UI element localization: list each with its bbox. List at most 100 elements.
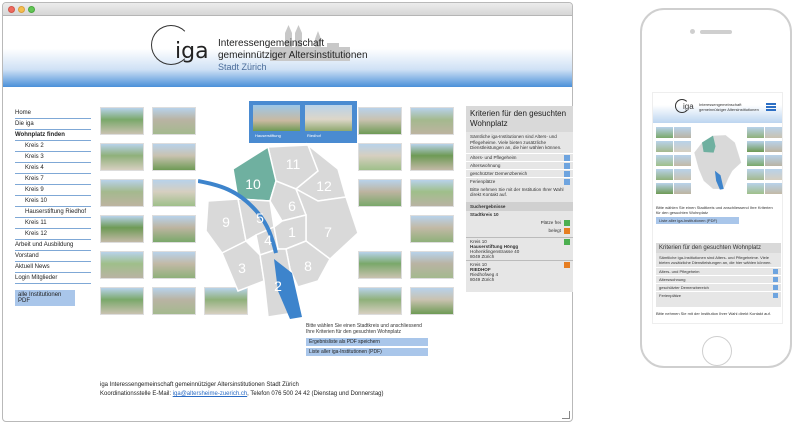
all-institutions-pdf-button[interactable]: alle Institutionen PDF <box>15 290 75 306</box>
nav-item-8[interactable]: Kreis 10 <box>15 196 91 207</box>
close-button[interactable] <box>8 6 15 13</box>
district-label-12[interactable]: 12 <box>316 178 332 194</box>
checkbox-icon[interactable] <box>773 293 778 298</box>
criteria-option-0[interactable]: Alters- und Pflegeheim <box>466 152 573 161</box>
photo-riedhof[interactable] <box>305 105 352 131</box>
mobile-institution-photo[interactable] <box>656 169 673 180</box>
photo-hauserstiftung[interactable] <box>253 105 300 131</box>
district-label-2[interactable]: 2 <box>274 278 282 294</box>
district-label-10[interactable]: 10 <box>245 176 261 192</box>
criteria-option-3[interactable]: Ferienplätze <box>466 176 573 185</box>
nav-item-9[interactable]: Hauserstiftung Riedhof <box>15 207 91 218</box>
institution-photo[interactable] <box>152 287 196 315</box>
mobile-institution-photo[interactable] <box>656 141 673 152</box>
criteria-option-2[interactable]: geschützter Demenzbereich <box>466 168 573 177</box>
nav-item-15[interactable]: Login Mitglieder <box>15 273 91 284</box>
mobile-institution-photo[interactable] <box>656 127 673 138</box>
mobile-institution-photo[interactable] <box>674 141 691 152</box>
email-link[interactable]: iga@altersheime-zuerich.ch <box>173 391 247 397</box>
institution-photo[interactable] <box>358 107 402 135</box>
institution-photo[interactable] <box>410 179 454 207</box>
institution-photo[interactable] <box>100 107 144 135</box>
district-label-4[interactable]: 4 <box>264 232 272 248</box>
mobile-institution-photo[interactable] <box>674 169 691 180</box>
nav-item-2[interactable]: Wohnplatz finden <box>15 130 91 141</box>
institution-photo[interactable] <box>152 251 196 279</box>
checkbox-icon[interactable] <box>773 269 778 274</box>
mobile-criteria-option-0[interactable]: Alters- und Pflegeheim <box>656 267 781 275</box>
mobile-institution-photo[interactable] <box>765 155 782 166</box>
result-item-1[interactable]: Kreis 10 Hauserstiftung Höngg Hohenkling… <box>466 236 573 260</box>
institution-photo[interactable] <box>152 215 196 243</box>
nav-item-12[interactable]: Arbeit und Ausbildung <box>15 240 91 251</box>
mobile-institution-photo[interactable] <box>674 127 691 138</box>
mobile-institution-photo[interactable] <box>765 169 782 180</box>
mobile-criteria-option-3[interactable]: Ferienplätze <box>656 291 781 299</box>
checkbox-icon[interactable] <box>773 285 778 290</box>
nav-item-13[interactable]: Vorstand <box>15 251 91 262</box>
phone-home-button[interactable] <box>702 336 732 366</box>
criteria-option-1[interactable]: Alterswohnung <box>466 160 573 169</box>
district-label-7[interactable]: 7 <box>324 224 332 240</box>
result-item-2[interactable]: Kreis 10 RIEDHOF Riedhofweg 4 8049 Züric… <box>466 259 573 283</box>
district-label-8[interactable]: 8 <box>304 258 312 274</box>
nav-item-11[interactable]: Kreis 12 <box>15 229 91 240</box>
district-map: 11 12 10 6 9 5 7 4 1 3 8 2 <box>198 142 359 319</box>
district-label-9[interactable]: 9 <box>222 214 230 230</box>
institution-photo[interactable] <box>100 215 144 243</box>
nav-item-4[interactable]: Kreis 3 <box>15 152 91 163</box>
maximize-button[interactable] <box>28 6 35 13</box>
institution-photo[interactable] <box>100 251 144 279</box>
checkbox-icon[interactable] <box>564 178 570 185</box>
institution-photo[interactable] <box>152 143 196 171</box>
mobile-institution-photo[interactable] <box>674 155 691 166</box>
nav-item-5[interactable]: Kreis 4 <box>15 163 91 174</box>
mobile-institution-photo[interactable] <box>765 141 782 152</box>
mobile-institution-photo[interactable] <box>747 183 764 194</box>
mobile-institution-photo[interactable] <box>656 183 673 194</box>
mobile-list-pdf-button[interactable]: Liste aller iga-Institutionen (PDF) <box>656 217 739 224</box>
mobile-institution-photo[interactable] <box>674 183 691 194</box>
mobile-institution-photo[interactable] <box>765 183 782 194</box>
nav-item-1[interactable]: Die iga <box>15 119 91 130</box>
institution-photo[interactable] <box>100 179 144 207</box>
institution-photo[interactable] <box>410 143 454 171</box>
mobile-institution-photo[interactable] <box>747 169 764 180</box>
mobile-criteria-option-1[interactable]: Alterswohnung <box>656 275 781 283</box>
institution-photo[interactable] <box>410 215 454 243</box>
institution-photo[interactable] <box>152 107 196 135</box>
institution-photo[interactable] <box>152 179 196 207</box>
district-label-3[interactable]: 3 <box>238 260 246 276</box>
mobile-institution-photo[interactable] <box>747 155 764 166</box>
district-label-6[interactable]: 6 <box>288 198 296 214</box>
list-pdf-button[interactable]: Liste aller iga-Institutionen (PDF) <box>306 348 428 356</box>
mobile-institution-photo[interactable] <box>765 127 782 138</box>
institution-photo[interactable] <box>100 143 144 171</box>
nav-item-6[interactable]: Kreis 7 <box>15 174 91 185</box>
district-label-11[interactable]: 11 <box>286 156 301 172</box>
hamburger-menu-icon[interactable] <box>766 103 776 111</box>
institution-photo[interactable] <box>410 251 454 279</box>
mobile-criteria-option-2[interactable]: geschützter Demenzbereich <box>656 283 781 291</box>
nav-item-7[interactable]: Kreis 9 <box>15 185 91 196</box>
nav-item-0[interactable]: Home <box>15 108 91 119</box>
district-10[interactable] <box>232 145 277 202</box>
mobile-institution-photo[interactable] <box>747 127 764 138</box>
mobile-institution-photo[interactable] <box>656 155 673 166</box>
mobile-logo[interactable]: iga <box>683 102 694 111</box>
resize-handle[interactable] <box>562 411 570 419</box>
nav-item-10[interactable]: Kreis 11 <box>15 218 91 229</box>
district-label-1[interactable]: 1 <box>288 224 296 240</box>
minimize-button[interactable] <box>18 6 25 13</box>
institution-photo[interactable] <box>100 287 144 315</box>
nav-item-14[interactable]: Aktuell News <box>15 262 91 273</box>
district-label-5[interactable]: 5 <box>256 210 264 226</box>
logo[interactable]: iga <box>175 39 209 64</box>
institution-photo[interactable] <box>410 287 454 315</box>
mobile-institution-photo[interactable] <box>747 141 764 152</box>
nav-item-3[interactable]: Kreis 2 <box>15 141 91 152</box>
institution-photo[interactable] <box>410 107 454 135</box>
checkbox-icon[interactable] <box>773 277 778 282</box>
save-pdf-button[interactable]: Ergebnisliste als PDF speichern <box>306 338 428 346</box>
criteria-option-label: Alters- und Pflegeheim <box>470 154 517 160</box>
